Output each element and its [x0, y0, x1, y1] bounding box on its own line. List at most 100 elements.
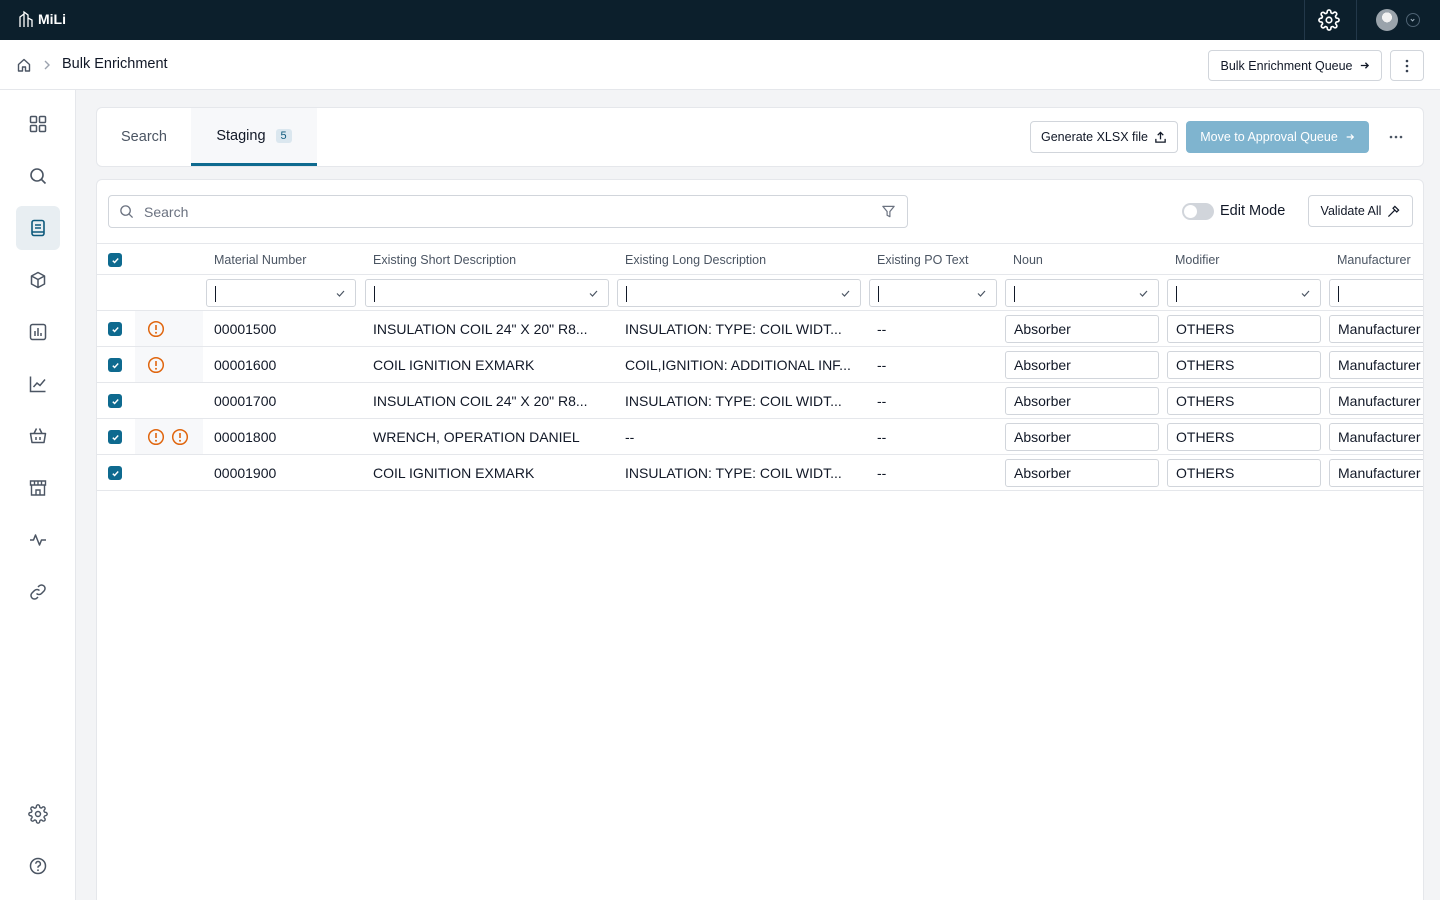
- cell-long-description: COIL,IGNITION: ADDITIONAL INF...: [625, 357, 851, 373]
- warning-icon[interactable]: [147, 320, 165, 338]
- top-divider: [1356, 0, 1357, 40]
- noun-input[interactable]: Absorber: [1005, 423, 1159, 451]
- filter-long-description[interactable]: [617, 279, 861, 307]
- header-noun[interactable]: Noun: [1013, 253, 1043, 267]
- cell-po-text: --: [877, 393, 887, 409]
- modifier-input[interactable]: OTHERS: [1167, 351, 1321, 379]
- filter-modifier[interactable]: [1167, 279, 1321, 307]
- edit-mode-toggle[interactable]: [1182, 203, 1214, 220]
- check-icon: [977, 290, 986, 297]
- table-row[interactable]: 00001600 COIL IGNITION EXMARK COIL,IGNITIO…: [97, 347, 1423, 383]
- tabs-card: Search Staging 5 Generate XLSX file Move…: [96, 107, 1424, 167]
- filter-material-number[interactable]: [206, 279, 356, 307]
- check-icon: [336, 290, 345, 297]
- tab-search[interactable]: Search: [97, 108, 191, 166]
- manufacturer-input[interactable]: Manufacturer: [1329, 423, 1423, 451]
- table-row[interactable]: 00001900 COIL IGNITION EXMARK INSULATION: …: [97, 455, 1423, 491]
- row-checkbox[interactable]: [108, 394, 122, 408]
- activity-icon[interactable]: [16, 518, 60, 562]
- warning-icon[interactable]: [171, 428, 189, 446]
- search-icon[interactable]: [16, 154, 60, 198]
- cell-short-description: INSULATION COIL 24" X 20" R8...: [373, 393, 588, 409]
- staging-table-card: Edit Mode Validate All Material Number E…: [96, 179, 1424, 900]
- warning-icon[interactable]: [147, 356, 165, 374]
- catalog-icon[interactable]: [16, 206, 60, 250]
- modifier-input[interactable]: OTHERS: [1167, 387, 1321, 415]
- basket-icon[interactable]: [16, 414, 60, 458]
- table-search-box[interactable]: [108, 195, 908, 228]
- tab-staging-label: Staging: [216, 127, 266, 144]
- filter-po-text[interactable]: [869, 279, 997, 307]
- settings-icon[interactable]: [16, 792, 60, 836]
- sidebar: [0, 90, 76, 900]
- manufacturer-input[interactable]: Manufacturer: [1329, 387, 1423, 415]
- table-row[interactable]: 00001800 WRENCH, OPERATION DANIEL -- -- Abso…: [97, 419, 1423, 455]
- filter-icon[interactable]: [881, 204, 896, 219]
- table-row[interactable]: 00001700 INSULATION COIL 24" X 20" R8... I…: [97, 383, 1423, 419]
- move-to-approval-queue-button[interactable]: Move to Approval Queue: [1186, 121, 1369, 153]
- modifier-input[interactable]: OTHERS: [1167, 315, 1321, 343]
- arrow-right-icon: [1346, 134, 1354, 140]
- generate-xlsx-label: Generate XLSX file: [1040, 130, 1148, 144]
- generate-xlsx-button[interactable]: Generate XLSX file: [1030, 121, 1178, 153]
- tab-search-label: Search: [121, 129, 167, 145]
- noun-input[interactable]: Absorber: [1005, 387, 1159, 415]
- logo-text: MiLi: [38, 11, 66, 27]
- warning-cell: [135, 311, 203, 346]
- header-po-text[interactable]: Existing PO Text: [877, 253, 968, 267]
- header-long-description[interactable]: Existing Long Description: [625, 253, 766, 267]
- more-options-icon[interactable]: [1383, 130, 1409, 144]
- app-logo[interactable]: MiLi: [18, 10, 66, 28]
- home-icon[interactable]: [16, 57, 32, 73]
- page-title: Bulk Enrichment: [62, 56, 168, 72]
- user-avatar[interactable]: [1376, 9, 1398, 31]
- breadcrumb-bar: Bulk Enrichment Bulk Enrichment Queue: [0, 40, 1440, 90]
- chevron-down-icon[interactable]: [1406, 13, 1420, 27]
- filter-short-description[interactable]: [365, 279, 609, 307]
- header-modifier[interactable]: Modifier: [1175, 253, 1219, 267]
- bulk-enrichment-queue-button[interactable]: Bulk Enrichment Queue: [1208, 50, 1382, 81]
- check-icon: [1139, 290, 1148, 297]
- trend-icon[interactable]: [16, 362, 60, 406]
- header-short-description[interactable]: Existing Short Description: [373, 253, 516, 267]
- row-checkbox[interactable]: [108, 430, 122, 444]
- row-checkbox[interactable]: [108, 358, 122, 372]
- manufacturer-input[interactable]: Manufacturer: [1329, 315, 1423, 343]
- manufacturer-input[interactable]: Manufacturer: [1329, 351, 1423, 379]
- noun-input[interactable]: Absorber: [1005, 315, 1159, 343]
- staging-count-badge: 5: [275, 128, 292, 143]
- cell-po-text: --: [877, 465, 887, 481]
- table-search-input[interactable]: [144, 203, 844, 220]
- validate-all-button[interactable]: Validate All: [1308, 195, 1413, 227]
- help-icon[interactable]: [16, 844, 60, 888]
- validate-icon: [1388, 205, 1400, 217]
- modifier-input[interactable]: OTHERS: [1167, 423, 1321, 451]
- filter-noun[interactable]: [1005, 279, 1159, 307]
- modifier-input[interactable]: OTHERS: [1167, 459, 1321, 487]
- noun-input[interactable]: Absorber: [1005, 459, 1159, 487]
- row-checkbox[interactable]: [108, 466, 122, 480]
- cube-icon[interactable]: [16, 258, 60, 302]
- cell-long-description: INSULATION: TYPE: COIL WIDT...: [625, 393, 842, 409]
- cell-po-text: --: [877, 429, 887, 445]
- header-manufacturer[interactable]: Manufacturer: [1337, 253, 1411, 267]
- tab-staging[interactable]: Staging 5: [191, 108, 317, 166]
- chevron-right-icon: [42, 59, 52, 71]
- page-menu-button[interactable]: [1390, 50, 1424, 81]
- dashboard-icon[interactable]: [16, 102, 60, 146]
- header-material-number[interactable]: Material Number: [214, 253, 306, 267]
- report-icon[interactable]: [16, 310, 60, 354]
- cell-material-number: 00001600: [214, 357, 277, 373]
- noun-input[interactable]: Absorber: [1005, 351, 1159, 379]
- row-checkbox[interactable]: [108, 322, 122, 336]
- filter-manufacturer[interactable]: [1329, 279, 1423, 307]
- table-row[interactable]: 00001500 INSULATION COIL 24" X 20" R8... I…: [97, 311, 1423, 347]
- warning-icon[interactable]: [147, 428, 165, 446]
- validate-all-label: Validate All: [1320, 204, 1382, 218]
- store-icon[interactable]: [16, 466, 60, 510]
- cell-material-number: 00001900: [214, 465, 277, 481]
- select-all-checkbox[interactable]: [108, 253, 122, 267]
- settings-gear-icon[interactable]: [1318, 9, 1340, 31]
- manufacturer-input[interactable]: Manufacturer: [1329, 459, 1423, 487]
- link-icon[interactable]: [16, 570, 60, 614]
